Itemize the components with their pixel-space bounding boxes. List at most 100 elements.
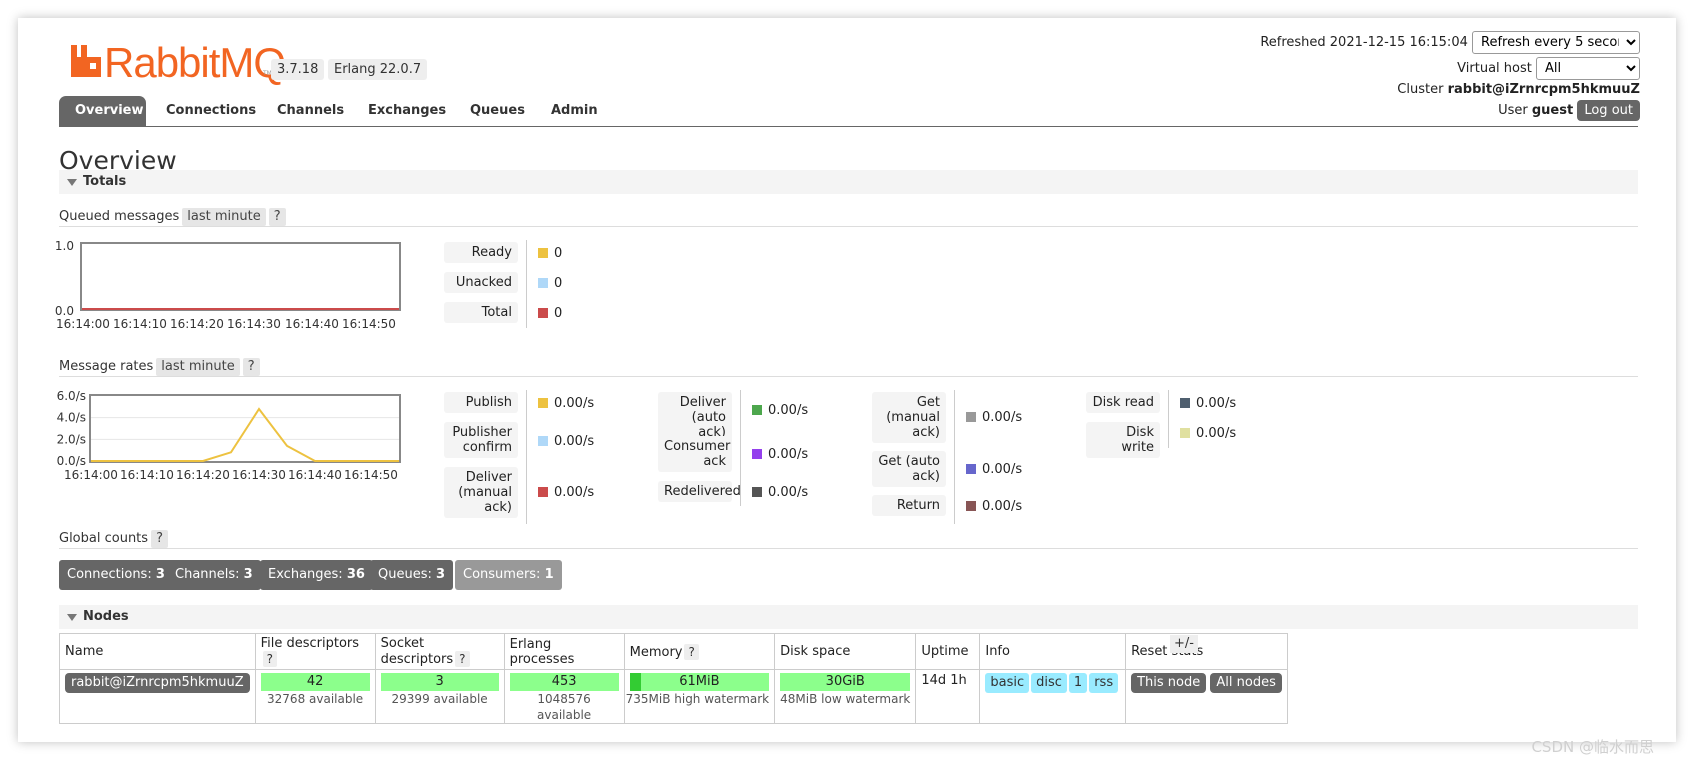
main-nav-tabs: Overview Connections Channels Exchanges … (59, 96, 1638, 127)
vhost-row: Virtual host All (1457, 57, 1640, 80)
reset-all-nodes-button[interactable]: All nodes (1210, 673, 1282, 693)
col-socket-descriptors: Socket descriptors? (374, 633, 505, 670)
fd-cell: 42 32768 available (254, 669, 376, 724)
reset-cell: This node All nodes (1125, 669, 1288, 724)
vhost-select[interactable]: All (1536, 57, 1640, 80)
ready-swatch (538, 248, 548, 258)
info-rss-tag: rss (1089, 673, 1119, 693)
refresh-interval-select[interactable]: Refresh every 5 seconds (1472, 31, 1640, 54)
legend-get-manual-value: 0.00/s (966, 410, 1022, 426)
tab-queues[interactable]: Queues (454, 96, 541, 126)
col-reset-stats: Reset stats (1125, 633, 1288, 670)
totals-label: Totals (83, 174, 127, 189)
nodes-table: Name File descriptors? Socket descriptor… (59, 633, 1288, 724)
help-button[interactable]: ? (262, 651, 277, 667)
columns-toggle-button[interactable]: +/- (1170, 635, 1198, 653)
col-name: Name (59, 633, 256, 670)
legend-ready-label: Ready (444, 242, 518, 263)
tab-overview[interactable]: Overview (59, 96, 146, 126)
node-name-link[interactable]: rabbit@iZrnrcpm5hkmuuZ (65, 673, 250, 693)
rates-x-tick: 16:14:00 (64, 468, 118, 482)
queued-messages-label: Queued messages (59, 209, 180, 224)
memory-fill (629, 673, 642, 691)
memory-bar: 61MiB (629, 673, 770, 691)
cluster-name: rabbit@iZrnrcpm5hkmuuZ (1447, 82, 1640, 97)
tab-channels[interactable]: Channels (261, 96, 360, 126)
connections-count-button[interactable]: Connections: 3 (59, 560, 173, 590)
legend-deliver-manual-label: Deliver (manual ack) (444, 467, 518, 518)
message-rates-heading: Message rates last minute? (59, 358, 260, 376)
node-name-cell: rabbit@iZrnrcpm5hkmuuZ (59, 669, 256, 724)
fd-available: 32768 available (267, 692, 364, 706)
legend-publisher-confirm-value: 0.00/s (538, 434, 594, 450)
watermark-text: CSDN @临水而思 (1531, 738, 1654, 756)
col-memory: Memory? (623, 633, 776, 670)
info-basic-tag: basic (985, 673, 1030, 693)
queued-x-tick: 16:14:00 (56, 317, 110, 331)
queued-y-top: 1.0 (55, 239, 74, 253)
legend-redelivered-label: Redelivered (658, 481, 741, 502)
rates-y-tick: 4.0/s (57, 411, 86, 425)
queued-messages-chart: 1.0 0.0 16:14:00 16:14:10 16:14:20 16:14:30… (55, 239, 401, 331)
col-info: Info (979, 633, 1127, 670)
disk-bar: 30GiB (780, 673, 911, 691)
legend-disk-write-value: 0.00/s (1180, 426, 1236, 442)
nodes-section-header[interactable]: Nodes (59, 605, 1638, 629)
exchanges-count-button[interactable]: Exchanges: 36 (260, 560, 373, 590)
queued-x-tick: 16:14:20 (170, 317, 224, 331)
browser-page: RabbitMQ TM 3.7.18 Erlang 22.0.7 Refresh… (18, 18, 1676, 742)
tab-connections[interactable]: Connections (150, 96, 272, 126)
queued-y-bottom: 0.0 (55, 304, 74, 318)
memory-cell: 61MiB 735MiB high watermark (623, 669, 776, 724)
queues-count-button[interactable]: Queues: 3 (370, 560, 454, 590)
legend-total-label: Total (444, 302, 518, 323)
queued-help-button[interactable]: ? (268, 208, 286, 226)
collapse-triangle-icon (67, 179, 77, 186)
channels-count-button[interactable]: Channels: 3 (167, 560, 261, 590)
help-button[interactable]: ? (684, 643, 699, 660)
queued-messages-heading: Queued messages last minute? (59, 208, 286, 226)
refreshed-label: Refreshed 2021-12-15 16:15:04 (1260, 35, 1468, 50)
queued-range-button[interactable]: last minute (182, 208, 266, 226)
version-badge: 3.7.18 (271, 59, 325, 80)
consumers-count-button[interactable]: Consumers: 1 (455, 560, 562, 590)
legend-consumer-ack-value: 0.00/s (752, 447, 808, 463)
legend-ready-value: 0 (538, 246, 562, 262)
help-button[interactable]: ? (455, 651, 470, 667)
vhost-label: Virtual host (1457, 61, 1532, 76)
rates-plot-area (89, 394, 401, 463)
unacked-swatch (538, 278, 548, 288)
tab-admin[interactable]: Admin (535, 96, 614, 126)
col-file-descriptors: File descriptors? (254, 633, 376, 670)
sockets-cell: 3 29399 available (374, 669, 505, 724)
legend-separator (954, 390, 955, 524)
total-swatch (538, 308, 548, 318)
procs-bar: 453 (509, 673, 619, 691)
queued-x-tick: 16:14:30 (227, 317, 281, 331)
divider (59, 376, 1638, 377)
erlang-version-badge: Erlang 22.0.7 (328, 59, 428, 80)
totals-section-header[interactable]: Totals (59, 170, 1638, 194)
cluster-label: Cluster (1397, 82, 1444, 97)
legend-return-value: 0.00/s (966, 499, 1022, 515)
procs-cell: 453 1048576 available (503, 669, 625, 724)
legend-redelivered-value: 0.00/s (752, 485, 808, 501)
legend-publish-value: 0.00/s (538, 396, 594, 412)
reset-this-node-button[interactable]: This node (1131, 673, 1207, 693)
legend-disk-read-value: 0.00/s (1180, 396, 1236, 412)
tab-exchanges[interactable]: Exchanges (352, 96, 462, 126)
col-erlang-processes: Erlang processes (503, 633, 625, 670)
message-rates-label: Message rates (59, 359, 154, 374)
global-counts-heading: Global counts? (59, 530, 168, 548)
rates-x-tick: 16:14:40 (288, 468, 342, 482)
info-count-tag: 1 (1068, 673, 1088, 693)
col-disk-space: Disk space (774, 633, 917, 670)
legend-unacked-value: 0 (538, 276, 562, 292)
global-help-button[interactable]: ? (151, 530, 168, 548)
legend-consumer-ack-label: Consumer ack (658, 436, 732, 472)
rates-range-button[interactable]: last minute (156, 358, 240, 376)
procs-available: 1048576 available (537, 692, 592, 722)
rates-help-button[interactable]: ? (242, 358, 260, 376)
disk-watermark: 48MiB low watermark (780, 692, 911, 706)
fd-bar: 42 (260, 673, 370, 691)
